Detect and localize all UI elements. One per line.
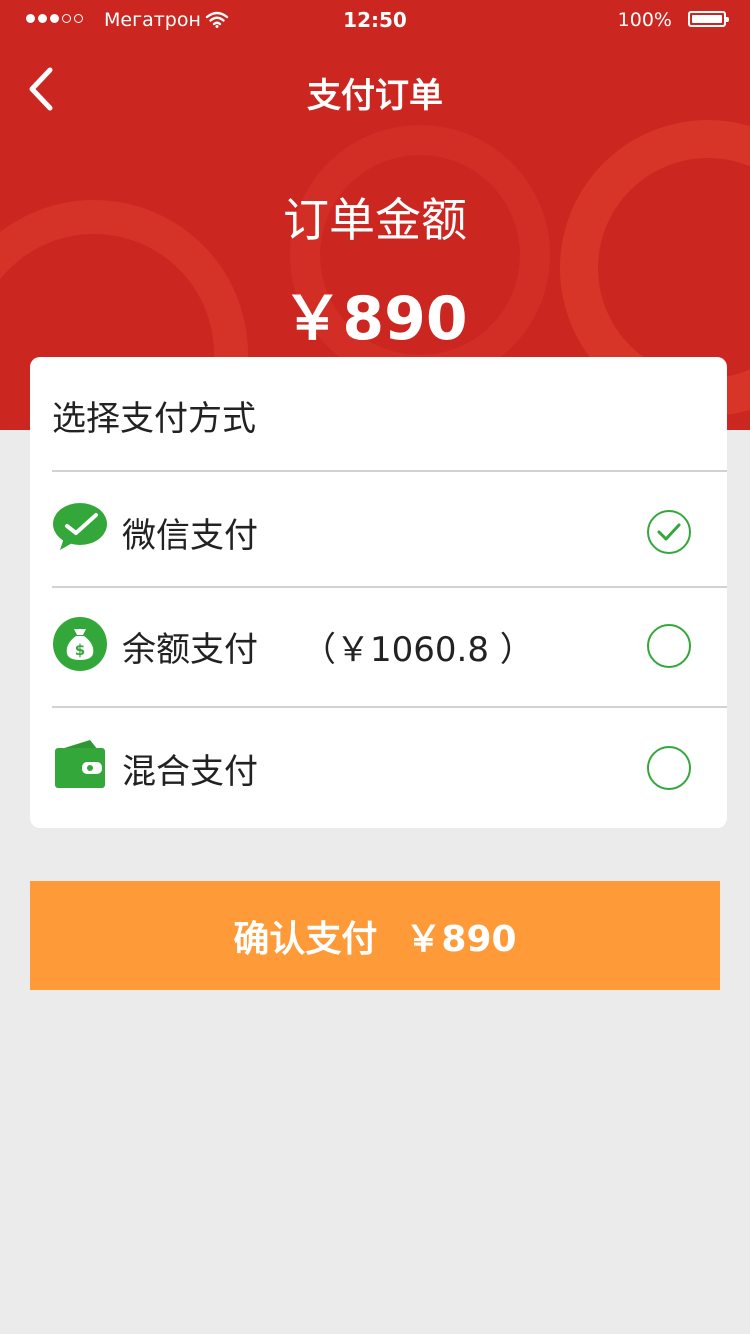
- money-bag-icon: $: [52, 616, 108, 672]
- battery-percent: 100%: [617, 9, 672, 31]
- wallet-icon: [52, 738, 108, 794]
- radio-unselected[interactable]: [647, 746, 691, 790]
- order-amount-label: 订单金额: [283, 193, 467, 247]
- balance-amount: （￥1060.8 ）: [302, 630, 534, 670]
- page-title: 支付订单: [307, 76, 443, 116]
- payment-option-label: 微信支付: [122, 516, 258, 556]
- payment-section-title: 选择支付方式: [52, 399, 256, 439]
- payment-option-label: 余额支付: [122, 630, 258, 670]
- order-amount-value: ￥890: [282, 284, 468, 354]
- wechat-icon: [52, 502, 108, 558]
- payment-option-label: 混合支付: [122, 752, 258, 792]
- radio-selected[interactable]: [647, 510, 691, 554]
- confirm-label: 确认支付: [233, 918, 378, 960]
- payment-option-mixed[interactable]: 混合支付: [30, 708, 727, 826]
- radio-unselected[interactable]: [647, 624, 691, 668]
- payment-option-balance[interactable]: $ 余额支付 （￥1060.8 ）: [30, 588, 727, 706]
- status-bar: Мегатрон 12:50 100%: [0, 0, 750, 40]
- payment-method-card: 选择支付方式 微信支付 $ 余额支付 （￥1060.8 ） 混合支付: [30, 357, 727, 828]
- checkmark-icon: [657, 523, 681, 541]
- confirm-amount: ￥890: [405, 918, 517, 960]
- battery-icon: [688, 11, 729, 27]
- payment-option-wechat[interactable]: 微信支付: [30, 472, 727, 590]
- confirm-payment-button[interactable]: 确认支付 ￥890: [30, 881, 720, 990]
- svg-text:$: $: [75, 641, 85, 659]
